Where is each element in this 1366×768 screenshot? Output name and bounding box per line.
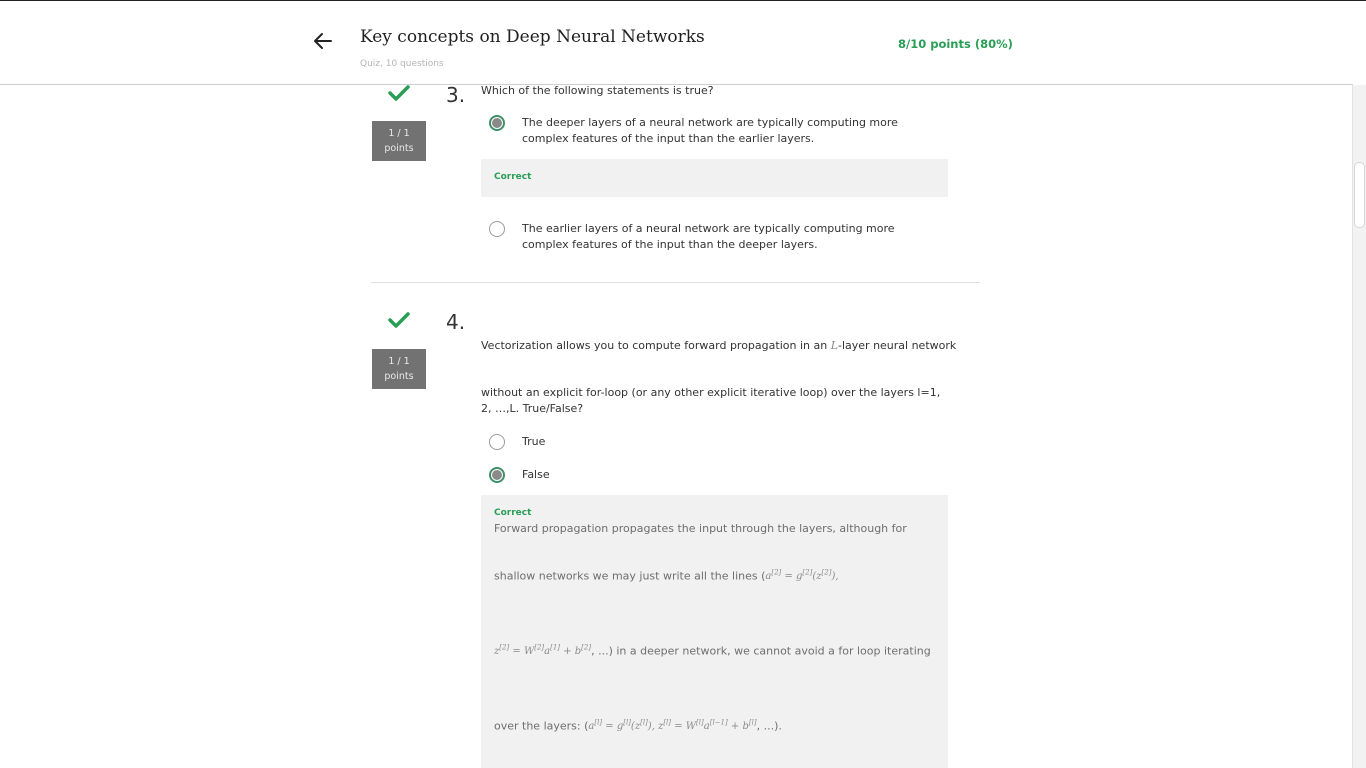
formula: a[l] = g[l](z[l]), z[l] = W[l]a[l−1] + b…: [588, 719, 757, 733]
arrow-left-icon[interactable]: [311, 29, 335, 53]
correct-label: Correct: [494, 172, 532, 182]
feedback-text: z[2] = W[2]a[1] + b[2], ...) in a deeper…: [494, 640, 931, 660]
math-variable: L: [830, 339, 838, 352]
points-value: 1 / 1: [388, 128, 410, 139]
points-label: points: [384, 371, 414, 382]
radio-option-selected[interactable]: [489, 115, 505, 131]
radio-option[interactable]: [489, 221, 505, 237]
question-text: Vectorization allows you to compute forw…: [481, 338, 961, 354]
feedback-text: Forward propagation propagates the input…: [494, 522, 907, 535]
option-label[interactable]: True: [522, 434, 545, 450]
radio-option-selected[interactable]: [489, 467, 505, 483]
feedback-text-part: over the layers: (: [494, 719, 589, 733]
page-title: Key concepts on Deep Neural Networks: [360, 27, 705, 47]
feedback-text-part: , ...).: [756, 719, 782, 733]
feedback-box: Correct Forward propagation propagates t…: [481, 495, 948, 768]
question-number: 4.: [446, 310, 466, 334]
question-divider: [371, 282, 980, 283]
question-text: Which of the following statements is tru…: [481, 84, 714, 97]
quiz-subtitle: Quiz, 10 questions: [360, 59, 444, 69]
points-badge: 1 / 1 points: [372, 121, 426, 161]
formula: z[2] = W[2]a[1] + b[2]: [494, 644, 592, 658]
option-label[interactable]: False: [522, 467, 550, 483]
feedback-text-part: , ...) in a deeper network, we cannot av…: [591, 644, 931, 658]
feedback-text: shallow networks we may just write all t…: [494, 565, 839, 585]
question-text-part: Vectorization allows you to compute forw…: [481, 339, 831, 352]
question-text-continued: without an explicit for-loop (or any oth…: [481, 386, 941, 415]
score-summary: 8/10 points (80%): [898, 37, 1013, 51]
option-label[interactable]: The earlier layers of a neural network a…: [522, 221, 942, 253]
checkmark-icon: [388, 312, 410, 328]
question-text-part: -layer neural network: [838, 339, 957, 352]
feedback-box: Correct: [481, 159, 948, 197]
checkmark-icon: [388, 85, 410, 101]
option-label[interactable]: The deeper layers of a neural network ar…: [522, 115, 942, 147]
radio-option[interactable]: [489, 434, 505, 450]
quiz-header: Key concepts on Deep Neural Networks Qui…: [0, 1, 1353, 85]
feedback-text: over the layers: (a[l] = g[l](z[l]), z[l…: [494, 715, 782, 735]
points-badge: 1 / 1 points: [372, 349, 426, 389]
points-label: points: [384, 143, 414, 154]
question-number: 3.: [446, 83, 466, 107]
formula: a[2] = g[2](z[2]),: [765, 569, 839, 583]
points-value: 1 / 1: [388, 356, 410, 367]
scrollbar-thumb[interactable]: [1354, 162, 1365, 228]
correct-label: Correct: [494, 508, 532, 518]
feedback-text-part: shallow networks we may just write all t…: [494, 569, 766, 583]
